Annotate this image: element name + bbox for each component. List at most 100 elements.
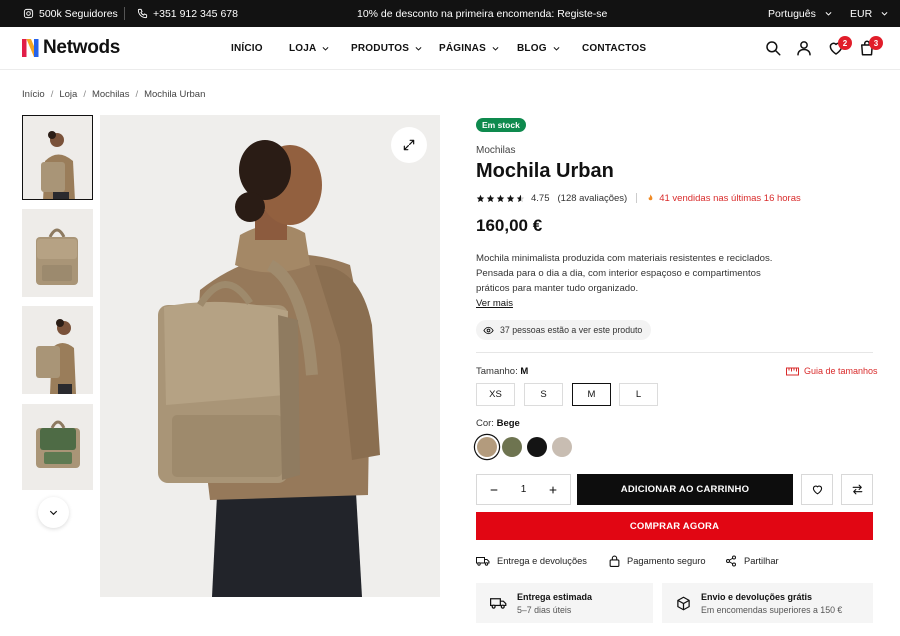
estimated-delivery-subtitle: 5–7 dias úteis: [517, 604, 572, 615]
logo-mark-icon: [22, 39, 39, 57]
see-more-link[interactable]: Ver mais: [476, 298, 513, 309]
chevron-down-icon: [415, 47, 422, 51]
viewers-text: 37 pessoas estão a ver este produto: [500, 325, 643, 335]
chevron-down-icon: [49, 510, 58, 516]
main-product-image[interactable]: [100, 115, 440, 597]
chevron-down-icon: [553, 47, 560, 51]
size-guide-text: Guia de tamanhos: [804, 366, 878, 376]
rating-divider: [636, 193, 638, 203]
delivery-returns-link[interactable]: Entrega e devoluções: [476, 553, 587, 569]
star-half-icon: [516, 194, 525, 202]
share-icon: [726, 555, 736, 567]
compare-arrows-icon: [852, 484, 862, 495]
language-select[interactable]: Português: [768, 0, 833, 27]
estimated-delivery-content: Entrega estimada 5–7 dias úteis: [517, 592, 592, 615]
product-thumbnail-image: [22, 404, 93, 490]
user-icon[interactable]: [795, 39, 813, 57]
increase-button[interactable]: [546, 483, 560, 497]
chevron-down-icon: [881, 12, 888, 16]
product-category[interactable]: Mochilas: [476, 145, 515, 156]
truck-icon: [476, 557, 490, 566]
reviews-link[interactable]: (128 avaliações): [558, 193, 628, 204]
nav-blog[interactable]: BLOG: [517, 27, 561, 70]
size-label-text: Tamanho:: [476, 366, 518, 377]
search-icon[interactable]: [764, 39, 782, 57]
share-text: Partilhar: [744, 556, 779, 566]
chevron-down-icon: [323, 47, 329, 51]
nav-inicio[interactable]: INÍCIO: [231, 27, 263, 70]
breadcrumb-home[interactable]: Início: [22, 89, 45, 100]
breadcrumb-separator: /: [50, 89, 54, 100]
delivery-returns-text: Entrega e devoluções: [497, 556, 587, 566]
star-icon: [506, 194, 515, 202]
free-shipping-title: Envio e devoluções grátis: [701, 591, 813, 602]
breadcrumb: Início / Loja / Mochilas / Mochila Urban: [22, 89, 205, 100]
product-title: Mochila Urban: [476, 160, 614, 182]
size-option-xs[interactable]: XS: [476, 383, 515, 406]
topbar-divider: [124, 7, 125, 20]
followers-link[interactable]: 500k Seguidores: [23, 0, 118, 27]
rating-value: 4.75: [531, 192, 550, 204]
site-header: Netwods INÍCIO LOJA PRODUTOS PÁGINAS BLO…: [0, 27, 900, 70]
thumbnails-next-button[interactable]: [38, 497, 69, 528]
color-swatch-beige[interactable]: [477, 437, 497, 457]
color-swatch-stone[interactable]: [552, 437, 572, 457]
nav-paginas[interactable]: PÁGINAS: [439, 27, 500, 70]
color-swatch-black[interactable]: [527, 437, 547, 457]
nav-loja[interactable]: LOJA: [289, 27, 330, 70]
nav-produtos[interactable]: PRODUTOS: [351, 27, 423, 70]
star-icon: [476, 194, 485, 202]
chevron-down-icon: [492, 47, 499, 51]
free-shipping-subtitle: Em encomendas superiores a 150 €: [701, 604, 843, 615]
thumbnail-3[interactable]: [22, 306, 93, 394]
breadcrumb-category[interactable]: Mochilas: [92, 89, 130, 100]
logo[interactable]: Netwods: [22, 37, 120, 59]
followers-text: 500k Seguidores: [39, 7, 118, 20]
product-thumbnail-image: [23, 116, 92, 199]
stock-badge: Em stock: [476, 118, 526, 132]
promo-link[interactable]: 10% de desconto na primeira encomenda: R…: [357, 0, 607, 27]
color-label: Cor: Bege: [476, 418, 520, 429]
buy-now-button[interactable]: COMPRAR AGORA: [476, 512, 873, 540]
quantity-value[interactable]: 1: [521, 484, 527, 495]
compare-button[interactable]: [841, 474, 873, 505]
expand-image-button[interactable]: [391, 127, 427, 163]
product-photo: [100, 115, 440, 597]
estimated-delivery-box: Entrega estimada 5–7 dias úteis: [476, 583, 653, 623]
thumbnail-4[interactable]: [22, 404, 93, 490]
thumbnail-2[interactable]: [22, 209, 93, 297]
secure-payment-link[interactable]: Pagamento seguro: [609, 553, 706, 569]
size-option-s[interactable]: S: [524, 383, 563, 406]
currency-select[interactable]: EUR: [850, 0, 889, 27]
share-link[interactable]: Partilhar: [725, 553, 779, 569]
nav-contactos[interactable]: CONTACTOS: [582, 27, 646, 70]
breadcrumb-shop[interactable]: Loja: [59, 89, 77, 100]
color-swatch-olive[interactable]: [502, 437, 522, 457]
decrease-button[interactable]: [487, 483, 501, 497]
estimated-delivery-title: Entrega estimada: [517, 591, 593, 602]
logo-text: Netwods: [43, 37, 121, 58]
size-guide-link[interactable]: Guia de tamanhos: [786, 366, 878, 376]
package-icon: [677, 596, 690, 610]
divider: [476, 352, 873, 353]
product-thumbnail-image: [22, 306, 93, 394]
thumbnail-1[interactable]: [22, 115, 93, 200]
breadcrumb-separator: /: [83, 89, 86, 100]
phone-link[interactable]: +351 912 345 678: [137, 0, 238, 27]
plus-icon: [549, 486, 557, 493]
promo-text: 10% de desconto na primeira encomenda: R…: [357, 7, 608, 20]
star-icon: [486, 194, 495, 202]
nav-label: BLOG: [517, 43, 547, 54]
free-shipping-box: Envio e devoluções grátis Em encomendas …: [662, 583, 873, 623]
color-selected: Bege: [496, 418, 520, 429]
size-option-m[interactable]: M: [572, 383, 611, 406]
wishlist-count-badge: 2: [838, 36, 852, 50]
cart-count-badge: 3: [869, 36, 883, 50]
nav-label: PÁGINAS: [439, 43, 486, 54]
rating-stars: [476, 194, 525, 203]
eye-icon: [483, 326, 494, 334]
size-option-l[interactable]: L: [619, 383, 658, 406]
add-to-wishlist-button[interactable]: [801, 474, 833, 505]
fire-icon: [648, 194, 653, 201]
add-to-cart-button[interactable]: ADICIONAR AO CARRINHO: [577, 474, 793, 505]
